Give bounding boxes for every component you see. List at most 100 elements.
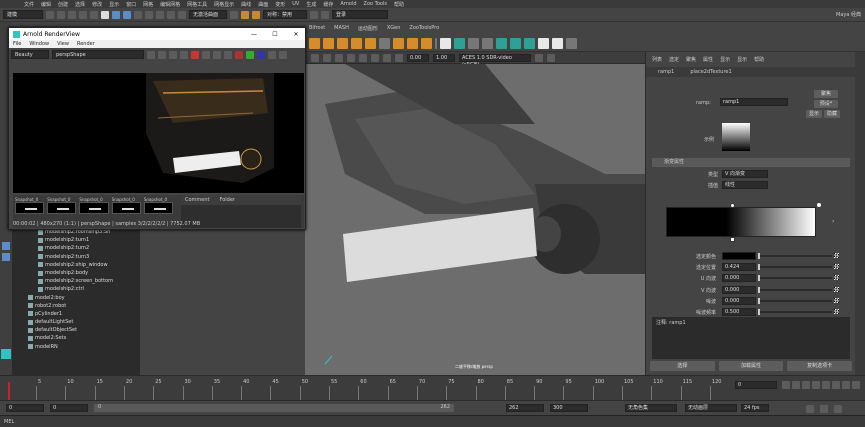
select-component-icon[interactable] bbox=[123, 10, 131, 19]
menu-item[interactable]: 选择 bbox=[75, 1, 85, 8]
attr-field-value[interactable]: 0.000 bbox=[722, 285, 756, 294]
type-dropdown[interactable]: V 向渐变 bbox=[722, 170, 768, 178]
snapshot-thumb[interactable]: Snapshot_0 bbox=[47, 197, 77, 214]
anim-layer-dropdown[interactable]: 无动画层 bbox=[685, 404, 737, 412]
renderview-menu-item[interactable]: File bbox=[13, 41, 21, 47]
store-icon[interactable] bbox=[213, 50, 221, 59]
viewport-3d[interactable]: 二维平移/缩放 persp bbox=[305, 64, 645, 375]
play-forward-icon[interactable] bbox=[822, 381, 830, 389]
attr-menu-item[interactable]: 帮助 bbox=[754, 56, 764, 63]
renderview-menu-item[interactable]: Render bbox=[77, 41, 95, 47]
login-button[interactable]: 登录 bbox=[332, 10, 388, 19]
outliner-row[interactable]: defaultLightSet bbox=[12, 318, 140, 326]
sphere-view-icon[interactable] bbox=[147, 50, 155, 59]
attr-field-value[interactable]: 0.424 bbox=[722, 263, 756, 272]
step-forward-key-icon[interactable] bbox=[842, 381, 850, 389]
skydome-light-icon[interactable] bbox=[365, 38, 376, 49]
menu-item[interactable]: Arnold bbox=[340, 1, 356, 7]
node-tab[interactable]: place2dTexture1 bbox=[690, 69, 731, 75]
settings-gear-icon[interactable] bbox=[279, 50, 287, 59]
select-object-icon[interactable] bbox=[112, 10, 120, 19]
selected-color-swatch[interactable] bbox=[722, 252, 756, 260]
map-texture-icon[interactable] bbox=[834, 286, 839, 292]
map-texture-icon[interactable] bbox=[834, 309, 839, 314]
close-icon[interactable]: ✕ bbox=[287, 31, 305, 38]
attr-slider[interactable] bbox=[758, 253, 832, 259]
attr-slider[interactable] bbox=[758, 297, 832, 304]
render-icon[interactable] bbox=[241, 10, 249, 19]
attr-bottom-button[interactable]: 复制选项卡 bbox=[787, 361, 853, 371]
comment-tab[interactable]: Comment bbox=[185, 197, 210, 203]
select-hierarchy-icon[interactable] bbox=[101, 10, 109, 19]
layout-four-icon[interactable] bbox=[2, 253, 10, 261]
snap-grid-icon[interactable] bbox=[145, 10, 153, 19]
area-light-icon[interactable] bbox=[351, 38, 362, 49]
command-line[interactable]: MEL bbox=[0, 415, 865, 427]
redo-icon[interactable] bbox=[90, 10, 98, 19]
shelf-tab[interactable]: Bifrost bbox=[309, 25, 325, 32]
current-frame-field[interactable]: 0 bbox=[735, 381, 777, 389]
ipr-icon[interactable] bbox=[252, 10, 260, 19]
snap-view-icon[interactable] bbox=[178, 10, 186, 19]
gamma-field[interactable]: 1.00 bbox=[433, 53, 455, 62]
menu-item[interactable]: 修改 bbox=[92, 1, 102, 8]
attr-bottom-button[interactable]: 选择 bbox=[650, 361, 715, 371]
menu-item[interactable]: 曲面 bbox=[258, 1, 268, 8]
pause-icon[interactable] bbox=[310, 10, 318, 19]
uv-icon[interactable] bbox=[552, 38, 563, 49]
attr-slider-handle[interactable] bbox=[758, 286, 760, 293]
view-menu-icon[interactable] bbox=[311, 53, 319, 62]
cube-icon[interactable] bbox=[468, 38, 479, 49]
range-start-field[interactable]: 0 bbox=[50, 404, 88, 412]
menu-item[interactable]: UV bbox=[292, 1, 299, 7]
play-back-icon[interactable] bbox=[812, 381, 820, 389]
comment-tab[interactable]: Folder bbox=[220, 197, 235, 203]
attr-slider-handle[interactable] bbox=[758, 309, 760, 315]
outliner-row[interactable]: modelship2:ctrl bbox=[12, 285, 140, 293]
physical-sky-icon[interactable] bbox=[407, 38, 418, 49]
outliner-row[interactable]: robot2:robot bbox=[12, 302, 140, 310]
renderview-menu-item[interactable]: View bbox=[57, 41, 69, 47]
outliner-row[interactable]: defaultObjectSet bbox=[12, 326, 140, 334]
attr-slider[interactable] bbox=[758, 275, 832, 282]
prefs-icon[interactable] bbox=[834, 405, 842, 413]
menu-item[interactable]: 变形 bbox=[275, 1, 285, 8]
save-scene-icon[interactable] bbox=[68, 10, 76, 19]
checker-icon[interactable] bbox=[538, 38, 549, 49]
snapshot-thumb[interactable]: Snapshot_0 bbox=[79, 197, 109, 214]
mesh-light-icon[interactable] bbox=[379, 38, 390, 49]
hide-button[interactable]: 隐藏 bbox=[824, 110, 840, 118]
fps-dropdown[interactable]: 24 fps bbox=[741, 404, 769, 412]
history-icon[interactable] bbox=[230, 10, 238, 19]
region-icon[interactable] bbox=[169, 50, 177, 59]
map-texture-icon[interactable] bbox=[834, 275, 839, 281]
key-icon[interactable] bbox=[806, 405, 814, 413]
attr-slider-handle[interactable] bbox=[758, 264, 760, 271]
menu-item[interactable]: 网格工具 bbox=[187, 1, 207, 8]
outliner-row[interactable]: modelship2:screen_bottom bbox=[12, 277, 140, 285]
snapshot-thumb[interactable]: Snapshot_0 bbox=[111, 197, 141, 214]
menu-item[interactable]: 缓存 bbox=[323, 1, 333, 8]
shelf-tab[interactable]: MASH bbox=[334, 25, 349, 32]
lock-selection-icon[interactable] bbox=[134, 10, 142, 19]
show-button[interactable]: 显示 bbox=[806, 110, 822, 118]
layout-single-icon[interactable] bbox=[2, 242, 10, 250]
ramp-handle-bottom[interactable] bbox=[730, 237, 735, 242]
menu-item[interactable]: 编辑网格 bbox=[160, 1, 180, 8]
crop-icon[interactable] bbox=[180, 50, 188, 59]
map-texture-icon[interactable] bbox=[834, 264, 839, 270]
menu-item[interactable]: 曲线 bbox=[241, 1, 251, 8]
aov-dropdown[interactable]: Beauty bbox=[11, 50, 49, 59]
outliner-row[interactable]: modelship2:ship_window bbox=[12, 261, 140, 269]
renderview-menu-item[interactable]: Window bbox=[29, 41, 49, 47]
menu-item[interactable]: Zoo Tools bbox=[364, 1, 387, 7]
camera-dropdown[interactable]: perspShape bbox=[52, 50, 144, 59]
time-slider[interactable]: 5 10 15 20 25 30 35 40 45 50 55 60 65 70 75 80 85 90 95 100… bbox=[0, 375, 865, 400]
torus-icon[interactable] bbox=[510, 38, 521, 49]
isolate-icon[interactable] bbox=[535, 53, 543, 62]
shelf-tab[interactable]: XGen bbox=[387, 25, 401, 32]
symmetry-dropdown[interactable]: 对称：禁用 bbox=[263, 10, 307, 19]
attr-menu-item[interactable]: 选定 bbox=[669, 56, 679, 63]
range-slider-bar[interactable]: 0 262 bbox=[94, 404, 454, 412]
channel-a-icon[interactable] bbox=[268, 50, 276, 59]
